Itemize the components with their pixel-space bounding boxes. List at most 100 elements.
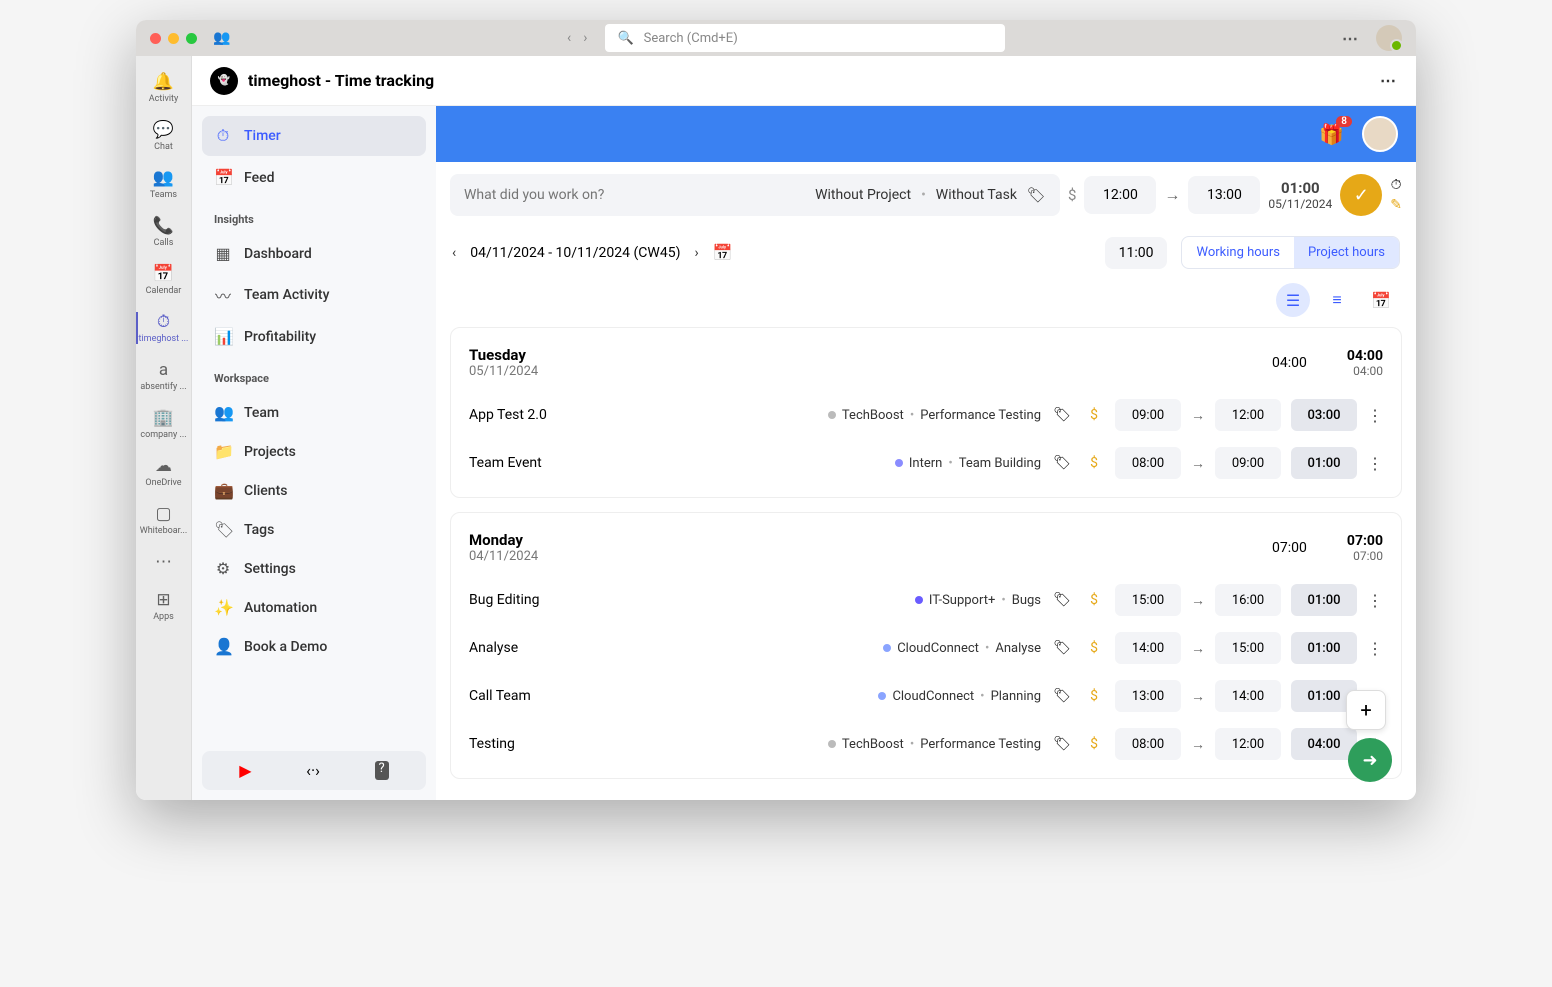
billable-icon[interactable]: $ [1083, 455, 1105, 471]
rail-item-apps[interactable]: ⊞Apps [136, 584, 192, 628]
tab-project-hours[interactable]: Project hours [1294, 237, 1399, 268]
start-time[interactable]: 08:00 [1115, 728, 1181, 760]
arrow-right-icon: → [1191, 455, 1205, 472]
tab-working-hours[interactable]: Working hours [1182, 237, 1293, 268]
tag-icon[interactable]: 🏷 [1051, 455, 1073, 471]
end-time[interactable]: 09:00 [1215, 447, 1281, 479]
entry-menu[interactable]: ⋮ [1367, 406, 1383, 425]
entry-task[interactable]: Without Task [936, 187, 1017, 203]
rail-item-activity[interactable]: 🔔Activity [136, 66, 192, 110]
support-fab[interactable]: ➜ [1348, 738, 1392, 782]
billable-icon[interactable]: $ [1083, 592, 1105, 608]
entry-project-task[interactable]: CloudConnect•Planning [679, 689, 1041, 704]
rail-item-absentify[interactable]: aabsentify ... [136, 354, 192, 398]
sidebar-item-timer[interactable]: ⏱ Timer [202, 116, 426, 156]
sidebar-item-tags[interactable]: 🏷Tags [202, 510, 426, 549]
rail-item-onedrive[interactable]: ☁OneDrive [136, 450, 192, 494]
entry-menu[interactable]: ⋮ [1367, 639, 1383, 658]
start-time[interactable]: 15:00 [1115, 584, 1181, 616]
end-time[interactable]: 12:00 [1215, 399, 1281, 431]
end-time[interactable]: 12:00 [1215, 728, 1281, 760]
sidebar-item-clients[interactable]: 💼Clients [202, 471, 426, 510]
entry-description[interactable]: App Test 2.0 [469, 407, 669, 423]
billable-icon[interactable]: $ [1083, 736, 1105, 752]
rail-item-company[interactable]: 🏢company ... [136, 402, 192, 446]
profile-avatar[interactable] [1362, 116, 1398, 152]
start-time[interactable]: 08:00 [1115, 447, 1181, 479]
start-time-input[interactable]: 12:00 [1084, 176, 1156, 214]
entry-project-task[interactable]: IT-Support+•Bugs [679, 593, 1041, 608]
entry-menu[interactable]: ⋮ [1367, 591, 1383, 610]
entry-project-task[interactable]: TechBoost•Performance Testing [679, 737, 1041, 752]
prev-week[interactable]: ‹ [452, 245, 456, 261]
search-input[interactable]: 🔍 Search (Cmd+E) [605, 24, 1005, 52]
entry-project[interactable]: Without Project [815, 187, 911, 203]
submit-entry-button[interactable]: ✓ [1340, 174, 1382, 216]
rail-item-more[interactable]: ⋯ [136, 546, 192, 580]
entry-menu[interactable]: ⋮ [1367, 454, 1383, 473]
sidebar-item-settings[interactable]: ⚙Settings [202, 549, 426, 588]
entry-project-task[interactable]: CloudConnect•Analyse [679, 641, 1041, 656]
rail-item-calendar[interactable]: 📅Calendar [136, 258, 192, 302]
next-week[interactable]: › [694, 245, 698, 261]
entry-description[interactable]: Analyse [469, 640, 669, 656]
start-time[interactable]: 13:00 [1115, 680, 1181, 712]
entry-description-input[interactable] [464, 187, 805, 203]
billable-icon[interactable]: $ [1083, 688, 1105, 704]
tag-icon[interactable]: 🏷 [1051, 640, 1073, 656]
entry-description[interactable]: Call Team [469, 688, 669, 704]
sidebar-item-bookademo[interactable]: 👤Book a Demo [202, 627, 426, 666]
sidebar-item-feed[interactable]: 📅 Feed [202, 158, 426, 197]
sidebar-item-team[interactable]: 👥Team [202, 393, 426, 432]
entry-description[interactable]: Team Event [469, 455, 669, 471]
rail-item-whiteboar[interactable]: ▢Whiteboar... [136, 498, 192, 542]
help-icon[interactable]: ? [375, 761, 389, 780]
user-avatar[interactable] [1376, 25, 1402, 51]
end-time[interactable]: 14:00 [1215, 680, 1281, 712]
rail-item-calls[interactable]: 📞Calls [136, 210, 192, 254]
rail-item-timeghost[interactable]: ⏱timeghost ... [136, 306, 192, 350]
tag-icon[interactable]: 🏷 [1051, 592, 1073, 608]
minimize-window[interactable] [168, 33, 179, 44]
nav-forward[interactable]: › [583, 30, 587, 46]
close-window[interactable] [150, 33, 161, 44]
end-time[interactable]: 16:00 [1215, 584, 1281, 616]
maximize-window[interactable] [186, 33, 197, 44]
gift-icon[interactable]: 🎁8 [1319, 122, 1344, 146]
list-view-button[interactable]: ☰ [1276, 283, 1310, 317]
entry-project-task[interactable]: TechBoost•Performance Testing [679, 408, 1041, 423]
calendar-picker-icon[interactable]: 📅 [713, 243, 733, 262]
sidebar-item-profitability[interactable]: 📊Profitability [202, 317, 426, 356]
more-menu[interactable]: ⋯ [1342, 29, 1360, 48]
edit-icon[interactable]: ✎ [1390, 197, 1402, 213]
youtube-icon[interactable]: ▶ [239, 761, 251, 780]
billable-icon[interactable]: $ [1083, 640, 1105, 656]
end-time[interactable]: 15:00 [1215, 632, 1281, 664]
billable-toggle[interactable]: $ [1068, 186, 1076, 204]
billable-icon[interactable]: $ [1083, 407, 1105, 423]
tag-icon[interactable]: 🏷 [1051, 688, 1073, 704]
rail-item-teams[interactable]: 👥Teams [136, 162, 192, 206]
compact-view-button[interactable]: ≡ [1320, 283, 1354, 317]
stopwatch-icon[interactable]: ⏱ [1391, 177, 1402, 193]
calendar-view-button[interactable]: 📅 [1364, 283, 1398, 317]
start-time[interactable]: 14:00 [1115, 632, 1181, 664]
nav-back[interactable]: ‹ [567, 30, 571, 46]
sidebar-icon: 👤 [214, 637, 232, 656]
entry-description[interactable]: Bug Editing [469, 592, 669, 608]
tag-icon[interactable]: 🏷 [1051, 407, 1073, 423]
add-entry-fab[interactable]: + [1346, 690, 1386, 730]
entry-description[interactable]: Testing [469, 736, 669, 752]
sidebar-item-projects[interactable]: 📁Projects [202, 432, 426, 471]
tag-icon[interactable]: 🏷 [1051, 736, 1073, 752]
app-more-menu[interactable]: ⋯ [1380, 71, 1398, 90]
tag-icon[interactable]: 🏷 [1027, 186, 1046, 204]
entry-project-task[interactable]: Intern•Team Building [679, 456, 1041, 471]
sidebar-item-automation[interactable]: ✨Automation [202, 588, 426, 627]
end-time-input[interactable]: 13:00 [1188, 176, 1260, 214]
code-icon[interactable]: ‹·› [306, 761, 320, 780]
sidebar-item-teamactivity[interactable]: 〰Team Activity [202, 273, 426, 317]
start-time[interactable]: 09:00 [1115, 399, 1181, 431]
rail-item-chat[interactable]: 💬Chat [136, 114, 192, 158]
sidebar-item-dashboard[interactable]: ▦Dashboard [202, 234, 426, 273]
